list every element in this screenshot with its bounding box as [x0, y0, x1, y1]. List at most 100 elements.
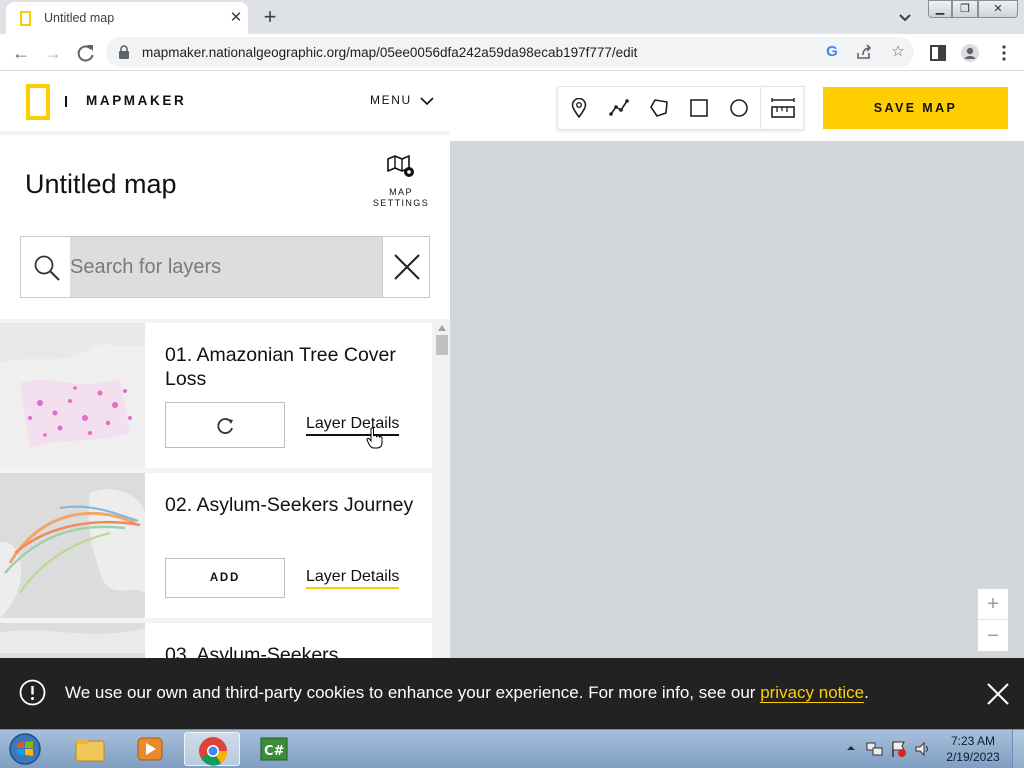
clock-time: 7:23 AM [950, 734, 996, 748]
add-label: ADD [209, 572, 241, 584]
measure-tool[interactable] [760, 87, 804, 129]
taskbar-media-player[interactable] [122, 732, 178, 766]
show-hidden-icons-icon[interactable] [846, 743, 856, 753]
circle-icon [730, 99, 748, 117]
menu-button[interactable]: MENU [366, 91, 440, 111]
privacy-notice-link[interactable]: privacy notice [760, 683, 865, 703]
menu-label: MENU [370, 93, 412, 107]
browser-toolbar: ← → mapmaker.nationalgeographic.org/map/… [0, 34, 1024, 71]
info-icon [19, 679, 46, 706]
browser-tab[interactable]: Untitled map ✕ [6, 2, 248, 34]
map-settings-label: MAP SETTINGS [372, 187, 430, 208]
taskbar-clock[interactable]: 7:23 AM 2/19/2023 [940, 733, 1006, 765]
polygon-icon [650, 99, 668, 117]
new-tab-button[interactable]: + [258, 5, 282, 29]
line-tool[interactable] [599, 87, 639, 129]
close-icon[interactable] [986, 682, 1010, 706]
layer-details-link[interactable]: Layer Details [306, 568, 400, 589]
layer-card: 03. Asylum-Seekers [0, 623, 432, 658]
map-header-panel: Untitled map MAP SETTINGS [0, 135, 450, 319]
layer-list: 01. Amazonian Tree Cover Loss Layer Deta… [0, 323, 434, 658]
layer-card: 01. Amazonian Tree Cover Loss Layer Deta… [0, 323, 432, 468]
svg-text:C#: C# [264, 744, 285, 759]
csharp-icon: C# [260, 737, 288, 761]
folder-icon [75, 739, 105, 762]
layer-thumbnail[interactable] [0, 623, 145, 658]
brand-separator: | [65, 96, 67, 107]
scroll-thumb[interactable] [436, 335, 448, 355]
draw-tools [557, 86, 804, 130]
lock-icon [119, 45, 129, 59]
layer-card: 02. Asylum-Seekers Journey ADD Layer Det… [0, 473, 432, 618]
tab-search-icon[interactable] [894, 7, 916, 27]
layer-details-link[interactable]: Layer Details [306, 415, 400, 436]
network-icon[interactable] [866, 740, 884, 758]
taskbar-chrome[interactable] [184, 732, 240, 766]
rectangle-tool[interactable] [679, 87, 719, 129]
scroll-up-arrow-icon[interactable] [438, 325, 446, 331]
clear-search-button[interactable] [382, 237, 430, 297]
show-desktop-button[interactable] [1012, 730, 1024, 768]
url-text: mapmaker.nationalgeographic.org/map/05ee… [142, 45, 638, 60]
minimize-icon: ▁ [935, 3, 945, 15]
layer-list-scrollbar[interactable] [434, 323, 450, 658]
add-layer-button[interactable]: ADD [165, 558, 285, 598]
layer-loading-button[interactable] [165, 402, 285, 448]
natgeo-favicon-icon [20, 11, 31, 26]
windows-start-icon[interactable] [5, 732, 45, 766]
side-panel-icon[interactable] [928, 43, 948, 63]
brand-name: MAPMAKER [86, 93, 187, 108]
google-translate-icon[interactable]: G [822, 43, 842, 61]
share-icon[interactable] [854, 43, 874, 61]
polyline-icon [609, 99, 629, 116]
map-pin-icon [571, 98, 587, 118]
system-tray [840, 734, 940, 764]
polygon-tool[interactable] [639, 87, 679, 129]
marker-tool[interactable] [559, 87, 599, 129]
cookie-message: We use our own and third-party cookies t… [65, 683, 869, 703]
layer-thumbnail[interactable] [0, 323, 145, 468]
zoom-out-button[interactable]: − [978, 621, 1008, 652]
map-settings-button[interactable]: MAP SETTINGS [366, 153, 436, 213]
back-button[interactable]: ← [8, 40, 34, 66]
chevron-down-icon [420, 97, 434, 106]
address-bar[interactable]: mapmaker.nationalgeographic.org/map/05ee… [106, 37, 914, 67]
natgeo-logo[interactable] [26, 84, 50, 120]
close-icon [394, 254, 420, 280]
bookmark-star-icon[interactable]: ☆ [888, 43, 908, 61]
taskbar-explorer[interactable] [62, 732, 118, 766]
map-canvas[interactable] [450, 141, 1024, 658]
layer-search [20, 236, 430, 298]
map-title[interactable]: Untitled map [25, 169, 177, 200]
profile-avatar-icon[interactable] [960, 43, 980, 63]
save-map-button[interactable]: SAVE MAP [823, 87, 1008, 129]
cookie-suffix: . [864, 683, 869, 702]
window-restore-button[interactable]: ❐ [952, 0, 978, 18]
hand-cursor-icon [366, 427, 383, 449]
media-player-icon [137, 737, 163, 761]
taskbar: C# 7:23 AM 2/19/2023 [0, 729, 1024, 768]
circle-tool[interactable] [719, 87, 759, 129]
action-center-flag-icon[interactable] [890, 740, 908, 758]
tab-close-icon[interactable]: ✕ [226, 8, 246, 28]
window-minimize-button[interactable]: ▁ [928, 0, 952, 18]
save-map-label: SAVE MAP [873, 101, 958, 115]
ruler-icon [771, 98, 795, 118]
search-input[interactable] [70, 237, 382, 297]
clock-date: 2/19/2023 [946, 750, 1000, 764]
tab-title: Untitled map [44, 11, 115, 25]
chrome-icon [199, 737, 228, 766]
window-close-button[interactable]: ✕ [978, 0, 1018, 18]
volume-icon[interactable] [914, 740, 932, 758]
browser-tabstrip: Untitled map ✕ + ▁ ❐ ✕ [0, 0, 1024, 34]
restore-icon: ❐ [960, 3, 970, 15]
browser-menu-icon[interactable] [994, 43, 1014, 63]
cookie-text: We use our own and third-party cookies t… [65, 683, 756, 702]
zoom-in-button[interactable]: + [978, 589, 1008, 620]
layer-thumbnail[interactable] [0, 473, 145, 618]
reload-icon[interactable] [73, 40, 99, 66]
taskbar-csharp-app[interactable]: C# [246, 732, 302, 766]
forward-button[interactable]: → [40, 40, 66, 66]
layer-title: 03. Asylum-Seekers [165, 644, 339, 658]
cookie-banner: We use our own and third-party cookies t… [0, 658, 1024, 729]
